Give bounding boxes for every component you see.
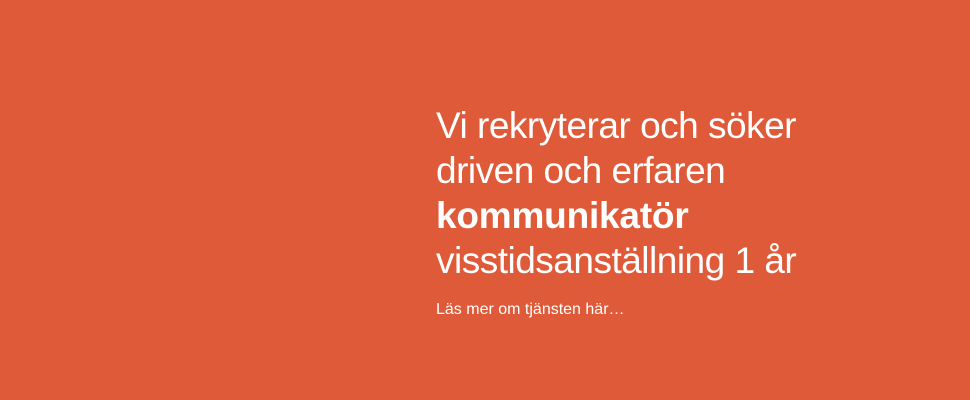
headline-line-2: driven och erfaren [436, 150, 726, 191]
banner-text-block: Vi rekryterar och söker driven och erfar… [436, 103, 956, 320]
headline-line-1: Vi rekryterar och söker [436, 105, 797, 146]
read-more-link[interactable]: Läs mer om tjänsten här… [436, 300, 956, 320]
headline-job-title: kommunikatör [436, 195, 689, 236]
job-ad-banner[interactable]: Vi rekryterar och söker driven och erfar… [0, 0, 970, 400]
headline-line-4: visstidsanställning 1 år [436, 240, 797, 281]
